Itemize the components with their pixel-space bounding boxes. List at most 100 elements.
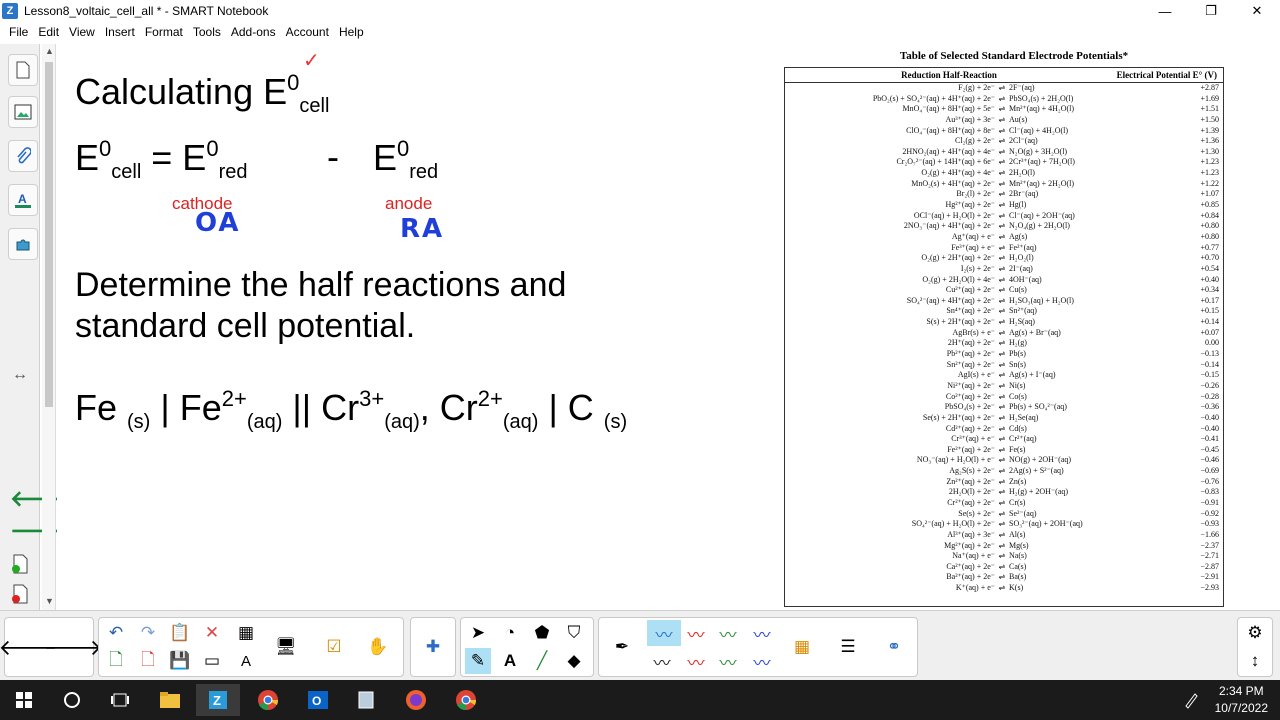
chrome-icon[interactable] [246,684,290,716]
back-arrow-icon[interactable]: 🡐 [0,635,58,661]
add-ons-tab[interactable] [8,228,38,260]
pen-style-red[interactable]: 〰 [683,620,709,646]
chrome-second-icon[interactable] [444,684,488,716]
menu-file[interactable]: File [4,25,33,39]
table-icon[interactable]: ▦ [233,620,259,646]
minimize-button[interactable]: — [1142,0,1188,22]
scroll-down-icon[interactable]: ▼ [45,596,54,606]
reactant-cell: O₂(g) + 4H⁺(aq) + 4e⁻ [921,168,995,178]
gear-icon[interactable]: ⚙ [1242,620,1268,646]
pen-style-red-thin[interactable]: 〰 [683,648,709,674]
pen-style-blue-thin[interactable]: 〰 [749,648,775,674]
text-tool-icon[interactable]: A [497,648,523,674]
eraser-icon[interactable]: ◆ [561,648,587,674]
menu-format[interactable]: Format [140,25,188,39]
table-row: Al³⁺(aq) + 3e⁻ ⇌ Al(s) −1.66 [785,530,1223,541]
pen-style-black-thin[interactable]: 〰 [649,648,675,674]
system-clock[interactable]: 2:34 PM 10/7/2022 [1215,683,1268,717]
table-frame: Reduction Half-Reaction Electrical Poten… [784,67,1224,607]
notebook-page-canvas[interactable]: Calculating E0cell ✓ E0cell = E0red - E0… [57,44,1280,610]
reactant-cell: Au³⁺(aq) + 3e⁻ [945,114,995,124]
fill-shape-icon[interactable]: ⬟ [529,620,555,646]
menu-tools[interactable]: Tools [188,25,226,39]
equilibrium-arrow-icon: ⇌ [998,253,1006,263]
menu-insert[interactable]: Insert [100,25,140,39]
menu-view[interactable]: View [64,25,100,39]
properties-tab[interactable]: A [8,184,38,216]
windows-start-icon[interactable] [2,684,46,716]
anode-label: anode [385,194,433,213]
attachments-tab[interactable] [8,140,38,172]
save-icon[interactable]: 💾 [167,648,193,674]
electrode-potential-table[interactable]: Table of Selected Standard Electrode Pot… [784,50,1224,610]
table-row: NO₃⁻(aq) + H₂O(l) + e⁻ ⇌ NO(g) + 2OH⁻(aq) −… [785,455,1223,466]
pen-icon[interactable]: ✒ [609,634,635,660]
resize-arrows-icon[interactable]: ↔ [12,366,28,384]
shapes-icon[interactable]: ◔ [497,620,523,646]
delete-icon[interactable]: ✕ [199,620,225,646]
text-icon[interactable]: A [233,648,259,674]
new-page-icon[interactable]: 🗋 [103,648,129,674]
task-view-icon[interactable] [98,684,142,716]
color-palette-icon[interactable]: ▦ [789,634,815,660]
add-page-icon[interactable] [11,554,29,579]
maximize-button[interactable]: ❐ [1188,0,1234,22]
toolbar-position-icon[interactable]: ↕ [1242,648,1268,674]
pen-style-green[interactable]: 〰 [715,620,741,646]
reactant-cell: Se(s) + 2H⁺(aq) + 2e⁻ [922,412,995,422]
line-tool-icon[interactable]: ╱ [529,648,555,674]
forward-arrow-icon[interactable]: 🡒 [44,635,103,661]
remove-page-icon[interactable]: 🗋 [135,648,161,674]
equilibrium-arrow-icon: ⇌ [998,83,1006,92]
outlook-icon[interactable]: O [296,684,340,716]
pen-style-blue-selected[interactable]: 〰 [647,620,681,646]
pen-style-green-thin[interactable]: 〰 [715,648,741,674]
display-icon[interactable]: 🖥 [273,634,299,660]
line-style-icon[interactable]: ☰ [835,634,861,660]
response-icon[interactable]: ☑ [321,634,347,660]
select-arrow-icon[interactable]: ➤ [465,620,491,646]
product-cell: Co(s) [1009,391,1027,401]
menu-account[interactable]: Account [281,25,334,39]
close-button[interactable]: ✕ [1234,0,1280,22]
product-cell: Ag(s) + I⁻(aq) [1009,370,1056,380]
gallery-tab[interactable] [8,96,38,128]
puzzle-addon-icon[interactable]: ✚ [420,634,446,660]
potential-cell: +0.54 [1200,263,1219,273]
smart-notebook-taskbar-icon[interactable]: Z [196,684,240,716]
potential-cell: −0.93 [1200,519,1219,529]
hand-tool-icon[interactable]: ✋ [365,634,391,660]
paint-bucket-icon[interactable]: ⛉ [561,620,587,646]
undo-icon[interactable]: ↶ [103,620,129,646]
paste-icon[interactable]: 📋 [167,620,193,646]
scroll-thumb[interactable] [45,62,53,407]
page-sorter-tab[interactable] [8,54,38,86]
pen-workspace-icon[interactable] [1176,684,1206,716]
firefox-icon[interactable] [394,684,438,716]
vertical-scrollbar[interactable]: ▲ ▼ [42,44,56,610]
product-cell: Cu(s) [1009,285,1027,295]
reactant-cell: O₂(g) + 2H⁺(aq) + 2e⁻ [921,253,995,263]
product-cell: Mn²⁺(aq) + 2H₂O(l) [1009,178,1075,188]
file-explorer-icon[interactable] [148,684,192,716]
cell-notation: Fe (s) | Fe2+(aq) || Cr3+(aq), Cr2+(aq) … [75,386,628,433]
menu-edit[interactable]: Edit [33,25,64,39]
screen-shade-icon[interactable]: ▭ [199,648,225,674]
pen-tools-icon[interactable]: ✎ [465,648,491,674]
table-row: 2NO₃⁻(aq) + 4H⁺(aq) + 2e⁻ ⇌ N₂O₄(g) + 2H₂O… [785,221,1223,232]
search-circle-icon[interactable] [50,684,94,716]
menu-help[interactable]: Help [334,25,369,39]
product-cell: Cd(s) [1009,423,1027,433]
potential-cell: +0.17 [1200,295,1219,305]
page-nav-group: 🡐 🡒 [0,617,103,677]
delete-page-icon[interactable] [11,584,29,609]
potential-cell: +0.80 [1200,231,1219,241]
potential-cell: +1.50 [1200,114,1219,124]
reactant-cell: S(s) + 2H⁺(aq) + 2e⁻ [926,317,995,327]
redo-icon[interactable]: ↷ [135,620,161,646]
app-installer-icon[interactable] [344,684,388,716]
pen-style-blue[interactable]: 〰 [749,620,775,646]
menu-add-ons[interactable]: Add-ons [226,25,281,39]
transparency-icon[interactable]: ⚭ [881,634,907,660]
scroll-up-icon[interactable]: ▲ [45,46,54,56]
